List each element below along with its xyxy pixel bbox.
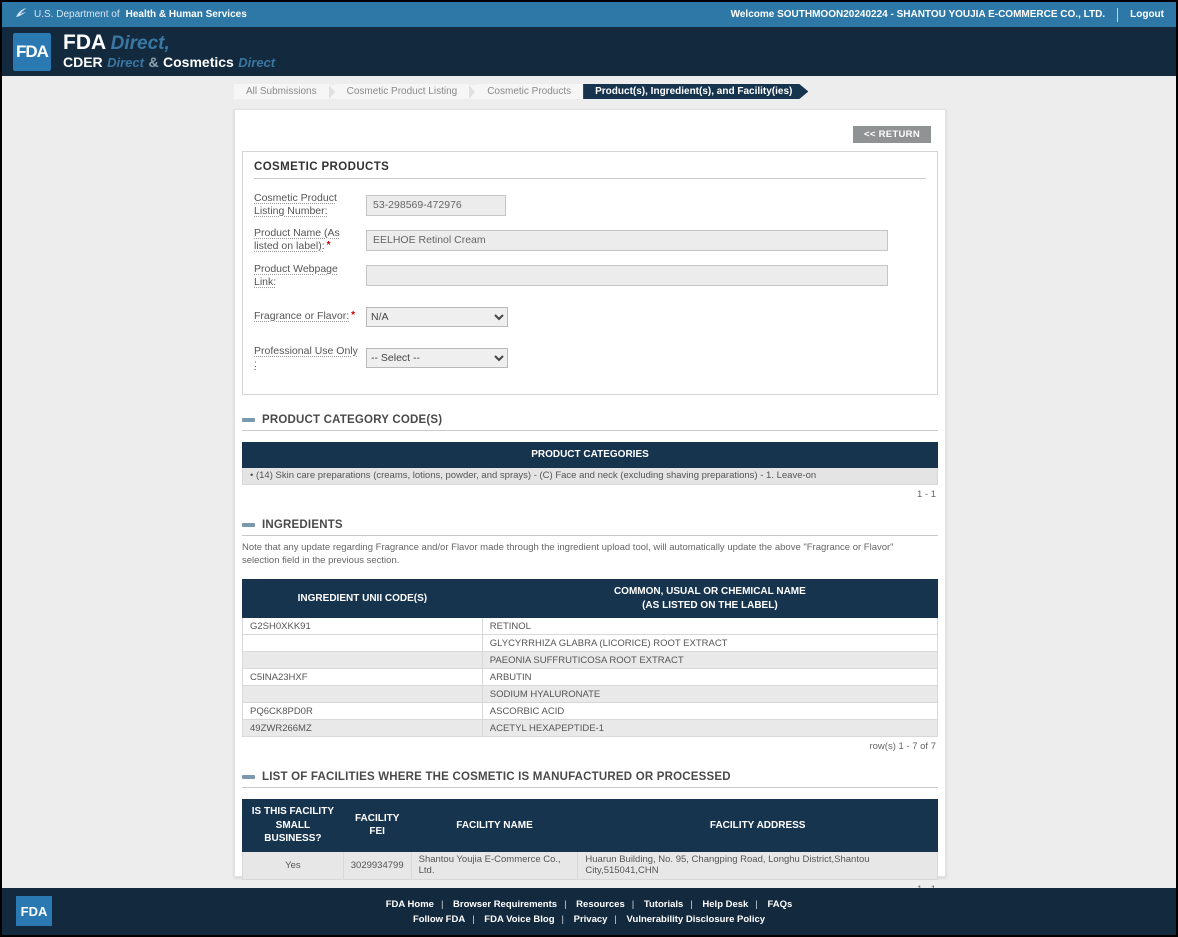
breadcrumb-all-submissions[interactable]: All Submissions (234, 84, 329, 99)
facility-fei-header: FACILITY FEI (342, 799, 412, 852)
small-business-cell: Yes (242, 850, 344, 880)
field-webpage-link: Product Webpage Link: (254, 263, 926, 289)
table-row: (14) Skin care preparations (creams, lot… (242, 466, 938, 485)
listing-number-input[interactable] (366, 194, 506, 216)
section-facilities: LIST OF FACILITIES WHERE THE COSMETIC IS… (242, 771, 938, 895)
subtitle-direct2: Direct (238, 55, 276, 70)
main-content-card: << RETURN COSMETIC PRODUCTS Cosmetic Pro… (234, 109, 946, 931)
table-row: SODIUM HYALURONATE (242, 685, 939, 704)
table-row: PAEONIA SUFFRUTICOSA ROOT EXTRACT (242, 651, 939, 670)
table-row: C5INA23HXF ARBUTIN (242, 668, 939, 687)
fda-logo: FDA (13, 32, 51, 71)
product-name-input[interactable] (366, 229, 888, 251)
facility-address-header: FACILITY ADDRESS (577, 799, 938, 852)
category-cell: (14) Skin care preparations (creams, lot… (242, 466, 938, 485)
footer-link-vulnerability-disclosure[interactable]: Vulnerability Disclosure Policy (627, 914, 766, 925)
footer-link-help-desk[interactable]: Help Desk (702, 899, 748, 910)
ingredients-note: Note that any update regarding Fragrance… (242, 541, 894, 567)
hhs-dept-prefix: U.S. Department of (34, 9, 120, 20)
title-direct: Direct, (110, 33, 170, 54)
table-row: Yes 3029934799 Shantou Youjia E-Commerce… (242, 850, 938, 880)
subtitle-cder: CDER (63, 54, 103, 70)
fragrance-label: Fragrance or Flavor: * (254, 310, 356, 323)
breadcrumb-cosmetic-product-listing[interactable]: Cosmetic Product Listing (334, 84, 470, 99)
section-title: PRODUCT CATEGORY CODE(S) (262, 414, 443, 426)
categories-table-header: PRODUCT CATEGORIES (242, 442, 938, 468)
required-asterisk: * (326, 240, 331, 252)
footer-link-fda-voice-blog[interactable]: FDA Voice Blog (484, 914, 554, 925)
collapse-icon[interactable] (242, 775, 255, 780)
chemical-name-header: COMMON, USUAL OR CHEMICAL NAME (AS LISTE… (481, 579, 939, 619)
ingredients-table: INGREDIENT UNII CODE(S) COMMON, USUAL OR… (242, 579, 939, 738)
subtitle-cosmetics: Cosmetics (163, 54, 234, 70)
professional-use-select[interactable]: -- Select -- (366, 347, 508, 368)
professional-use-label: Professional Use Only : (254, 344, 358, 370)
field-professional-use: Professional Use Only : -- Select -- (254, 345, 926, 371)
return-button[interactable]: << RETURN (853, 126, 931, 143)
footer-link-tutorials[interactable]: Tutorials (644, 899, 683, 910)
app-header: FDA FDA Direct, CDER Direct & Cosmetics … (2, 27, 1176, 76)
footer-link-faqs[interactable]: FAQs (767, 899, 792, 910)
hhs-dept-name: Health & Human Services (125, 9, 247, 20)
footer-fda-logo: FDA (16, 896, 52, 926)
section-title: LIST OF FACILITIES WHERE THE COSMETIC IS… (262, 771, 731, 784)
webpage-link-label: Product Webpage Link: (254, 262, 338, 288)
unii-code-header: INGREDIENT UNII CODE(S) (242, 579, 483, 619)
footer-link-fda-home[interactable]: FDA Home (386, 899, 434, 910)
subtitle-direct1: Direct (107, 55, 144, 70)
facility-name-header: FACILITY NAME (410, 799, 579, 852)
fragrance-select[interactable]: N/A (366, 306, 508, 327)
collapse-icon[interactable] (242, 522, 255, 527)
footer: FDA FDA Home | Browser Requirements | Reso… (2, 888, 1176, 935)
collapse-icon[interactable] (242, 418, 255, 422)
footer-link-privacy[interactable]: Privacy (574, 914, 608, 925)
field-product-name: Product Name (As listed on label): * (254, 227, 926, 253)
webpage-link-input[interactable] (366, 265, 888, 287)
facilities-table: IS THIS FACILITY SMALL BUSINESS? FACILIT… (242, 799, 938, 880)
facility-address-cell: Huarun Building, No. 95, Changping Road,… (577, 850, 938, 880)
topbar-divider (1117, 7, 1119, 22)
cosmetic-products-panel: COSMETIC PRODUCTS Cosmetic Product Listi… (242, 151, 938, 395)
table-row: G2SH0XKK91 RETINOL (242, 617, 939, 636)
facility-fei-cell: 3029934799 (342, 850, 412, 880)
government-topbar: U.S. Department of Health & Human Servic… (2, 2, 1176, 27)
footer-links-row1: FDA Home | Browser Requirements | Resource… (385, 898, 793, 910)
section-product-categories: PRODUCT CATEGORY CODE(S) PRODUCT CATEGOR… (242, 414, 938, 500)
footer-links-row2: Follow FDA | FDA Voice Blog | Privacy | Vul… (412, 913, 766, 925)
footer-link-follow-fda[interactable]: Follow FDA (413, 914, 465, 925)
hhs-eagle-icon (14, 6, 28, 23)
breadcrumb-current-page: Product(s), Ingredient(s), and Facility(… (583, 84, 808, 99)
panel-title: COSMETIC PRODUCTS (254, 161, 926, 179)
breadcrumb-cosmetic-products[interactable]: Cosmetic Products (475, 84, 584, 99)
field-listing-number: Cosmetic Product Listing Number: (254, 192, 926, 218)
screen: U.S. Department of Health & Human Servic… (0, 0, 1178, 937)
categories-pagination: 1 - 1 (916, 488, 936, 500)
product-name-label: Product Name (As listed on label): * (254, 227, 340, 253)
required-asterisk: * (351, 310, 356, 322)
footer-link-browser-requirements[interactable]: Browser Requirements (453, 899, 557, 910)
hhs-department: U.S. Department of Health & Human Servic… (14, 6, 247, 23)
table-row: GLYCYRRHIZA GLABRA (LICORICE) ROOT EXTRA… (242, 634, 939, 653)
section-ingredients: INGREDIENTS Note that any update regardi… (242, 518, 939, 753)
title-fda: FDA (63, 31, 107, 54)
logout-link[interactable]: Logout (1130, 9, 1164, 20)
small-business-header: IS THIS FACILITY SMALL BUSINESS? (242, 799, 344, 852)
facility-name-cell: Shantou Youjia E-Commerce Co., Ltd. (410, 850, 579, 880)
listing-number-label: Cosmetic Product Listing Number: (254, 192, 337, 218)
ingredients-pagination: row(s) 1 - 7 of 7 (869, 741, 936, 753)
section-title: INGREDIENTS (262, 518, 343, 531)
field-fragrance: Fragrance or Flavor: * N/A (254, 306, 926, 327)
subtitle-ampersand: & (148, 54, 159, 70)
app-title: FDA Direct, CDER Direct & Cosmetics Dire… (63, 32, 275, 71)
footer-link-resources[interactable]: Resources (576, 899, 625, 910)
categories-table: PRODUCT CATEGORIES (14) Skin care prepar… (242, 442, 938, 485)
welcome-text: Welcome SOUTHMOON20240224 - SHANTOU YOUJ… (730, 9, 1106, 20)
table-row: PQ6CK8PD0R ASCORBIC ACID (242, 702, 939, 721)
table-row: 49ZWR266MZ ACETYL HEXAPEPTIDE-1 (242, 719, 939, 738)
breadcrumb: All Submissions Cosmetic Product Listing… (234, 84, 808, 99)
